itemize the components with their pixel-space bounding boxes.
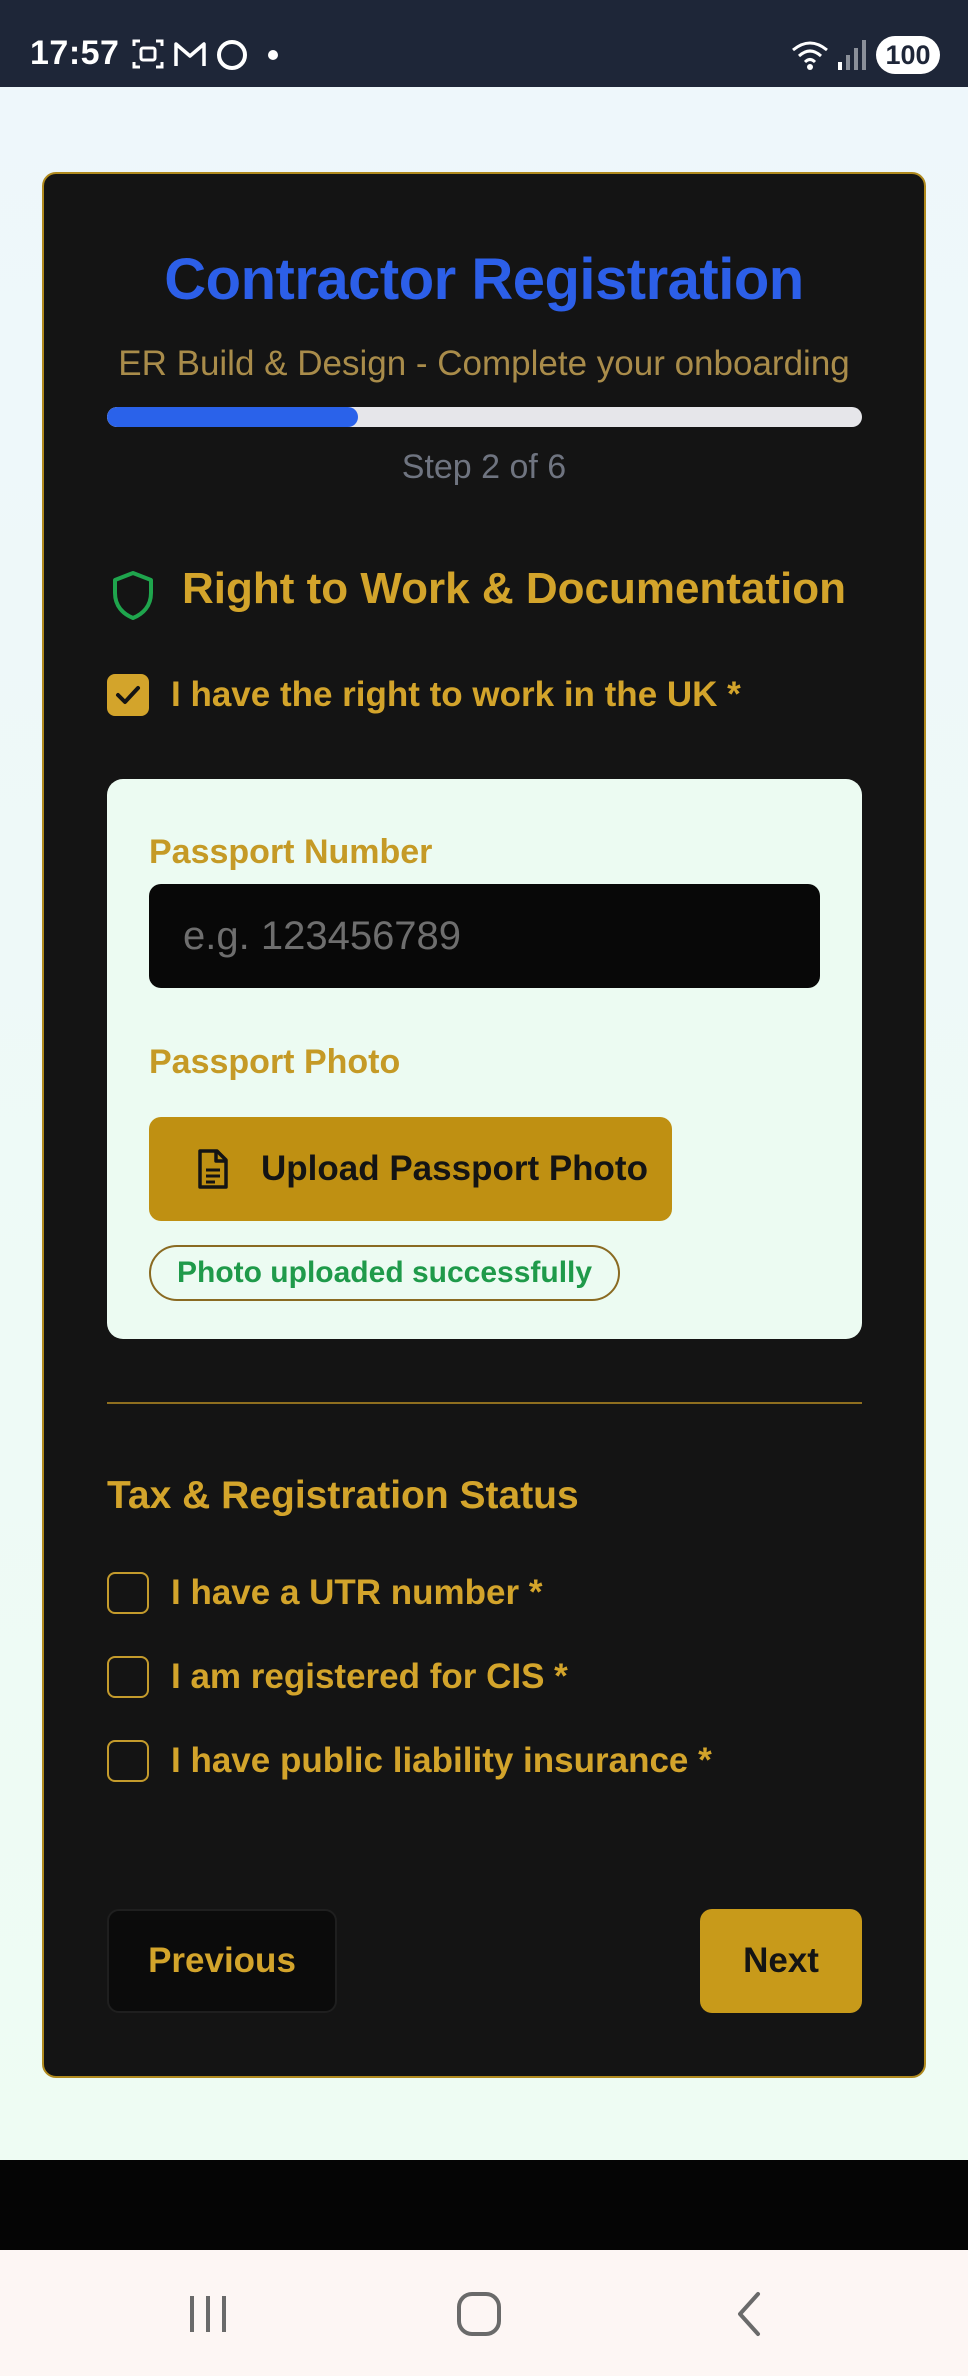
recent-apps-icon[interactable] (178, 2284, 238, 2344)
right-to-work-label: I have the right to work in the UK * (171, 675, 741, 714)
page-title: Contractor Registration (164, 247, 804, 312)
right-to-work-checkbox[interactable] (107, 674, 149, 716)
section-divider (107, 1402, 862, 1404)
next-button[interactable]: Next (700, 1909, 862, 2013)
passport-number-label: Passport Number (149, 833, 433, 871)
document-icon (198, 1149, 228, 1189)
passport-number-input[interactable] (149, 884, 820, 988)
progress-fill (107, 407, 359, 427)
registration-card: Contractor Registration ER Build & Desig… (42, 172, 926, 2078)
insurance-checkbox[interactable] (107, 1740, 149, 1782)
gmail-icon (174, 42, 206, 66)
cis-checkbox[interactable] (107, 1656, 149, 1698)
passport-photo-label: Passport Photo (149, 1043, 401, 1081)
home-icon[interactable] (449, 2284, 509, 2344)
navigation-bar (0, 2250, 968, 2376)
status-bar: 17:57 100 (0, 0, 968, 87)
upload-passport-button[interactable]: Upload Passport Photo (149, 1117, 672, 1221)
signal-icon (838, 40, 866, 70)
insurance-label: I have public liability insurance * (171, 1741, 712, 1780)
notification-dot (268, 50, 278, 60)
section-title: Right to Work & Documentation (182, 564, 847, 613)
utr-label: I have a UTR number * (171, 1573, 543, 1612)
previous-button[interactable]: Previous (107, 1909, 337, 2013)
utr-checkbox[interactable] (107, 1572, 149, 1614)
wifi-icon (792, 41, 828, 70)
status-time: 17:57 (30, 34, 120, 72)
step-indicator: Step 2 of 6 (401, 448, 567, 486)
battery-icon: 100 (876, 36, 940, 74)
bottom-band (0, 2160, 968, 2250)
checkmark-icon (116, 686, 140, 704)
right-to-work-row[interactable]: I have the right to work in the UK * (107, 674, 741, 716)
insurance-row[interactable]: I have public liability insurance * (107, 1740, 712, 1782)
shield-icon (113, 571, 153, 620)
back-icon[interactable] (720, 2284, 780, 2344)
progress-bar (107, 407, 862, 427)
cis-label: I am registered for CIS * (171, 1657, 568, 1696)
utr-row[interactable]: I have a UTR number * (107, 1572, 542, 1614)
upload-status-badge: Photo uploaded successfully (149, 1245, 621, 1301)
page-subtitle: ER Build & Design - Complete your onboar… (118, 344, 850, 383)
circle-app-icon (217, 40, 247, 70)
upload-passport-label: Upload Passport Photo (261, 1149, 648, 1188)
passport-panel: Passport Number Passport Photo Upload Pa… (107, 779, 862, 1339)
screenshot-icon (132, 39, 164, 69)
cis-row[interactable]: I am registered for CIS * (107, 1656, 568, 1698)
tax-section-heading: Tax & Registration Status (107, 1474, 579, 1517)
